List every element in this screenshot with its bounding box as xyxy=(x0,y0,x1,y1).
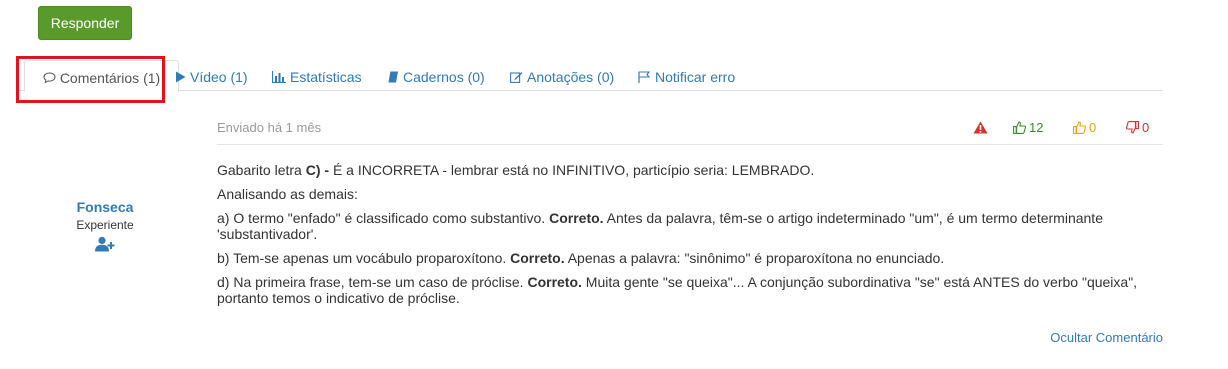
dislike-button[interactable]: 0 xyxy=(1125,120,1150,135)
report-button[interactable] xyxy=(973,120,991,135)
comment-icon xyxy=(43,62,56,96)
comment-bold-text: Correto. xyxy=(549,210,604,226)
comment-text: Gabarito letra xyxy=(217,162,306,178)
comment-text: a) O termo "enfado" é classificado como … xyxy=(217,210,550,226)
warning-icon xyxy=(973,121,988,134)
comment-text: d) Na primeira frase, tem-se um caso de … xyxy=(217,274,528,290)
dislike-count: 0 xyxy=(1142,120,1150,135)
reply-button[interactable]: Responder xyxy=(38,6,132,40)
author-name[interactable]: Fonseca xyxy=(60,198,150,216)
comment-paragraph: a) O termo "enfado" é classificado como … xyxy=(217,210,1163,242)
tab-notes[interactable]: Anotações (0) xyxy=(510,60,614,91)
tab-notebooks[interactable]: Cadernos (0) xyxy=(387,60,485,91)
thumbs-up-icon xyxy=(1013,121,1027,135)
like-button[interactable]: 12 xyxy=(1013,120,1043,135)
tab-report-error[interactable]: Notificar erro xyxy=(638,60,735,91)
tab-notebooks-label: Cadernos (0) xyxy=(403,69,485,85)
tab-report-error-label: Notificar erro xyxy=(655,69,736,85)
comment-paragraph: Gabarito letra C) - É a INCORRETA - lemb… xyxy=(217,162,1163,178)
neutral-count: 0 xyxy=(1089,120,1097,135)
book-icon xyxy=(387,61,399,95)
comment-author: Fonseca Experiente xyxy=(60,198,150,257)
author-role: Experiente xyxy=(76,218,134,232)
comment-text: É a INCORRETA - lembrar está no INFINITI… xyxy=(332,162,815,178)
comment-text: b) Tem-se apenas um vocábulo proparoxíto… xyxy=(217,250,511,266)
add-user-icon[interactable] xyxy=(95,236,115,257)
edit-icon xyxy=(510,61,523,95)
comment-body: Gabarito letra C) - É a INCORRETA - lemb… xyxy=(217,162,1163,314)
sent-date: Enviado há 1 mês xyxy=(217,120,322,135)
comment-text: Apenas a palavra: "sinônimo" é proparoxí… xyxy=(564,250,945,266)
flag-icon xyxy=(638,61,651,95)
comment-meta: Enviado há 1 mês 12 0 0 xyxy=(217,112,1163,145)
comment-paragraph: Analisando as demais: xyxy=(217,186,358,202)
like-count: 12 xyxy=(1029,120,1044,135)
tab-notes-label: Anotações (0) xyxy=(527,69,615,85)
tab-bar: Comentários (1) Vídeo (1) Estatísticas C… xyxy=(18,60,1163,92)
tab-video-label: Vídeo (1) xyxy=(190,69,248,85)
tab-statistics-label: Estatísticas xyxy=(290,69,362,85)
comment-paragraph: d) Na primeira frase, tem-se um caso de … xyxy=(217,274,1163,306)
tab-comments-label: Comentários (1) xyxy=(59,70,161,86)
comment-bold-text: Correto. xyxy=(527,274,582,290)
comment-paragraph: b) Tem-se apenas um vocábulo proparoxíto… xyxy=(217,250,1163,266)
bar-chart-icon xyxy=(271,61,286,95)
thumbs-up-outline-icon xyxy=(1073,121,1087,135)
tab-statistics[interactable]: Estatísticas xyxy=(271,60,362,91)
comments-page: Responder Comentários (1) Vídeo (1) Esta… xyxy=(0,0,1228,369)
tab-video[interactable]: Vídeo (1) xyxy=(175,60,248,91)
thumbs-down-icon xyxy=(1125,120,1139,134)
comment-bold-text: C) - xyxy=(305,162,333,178)
tab-comments[interactable]: Comentários (1) xyxy=(24,60,179,92)
play-icon xyxy=(175,61,186,95)
neutral-button[interactable]: 0 xyxy=(1073,120,1096,135)
hide-comment-link[interactable]: Ocultar Comentário xyxy=(1050,330,1163,345)
comment-bold-text: Correto. xyxy=(510,250,565,266)
